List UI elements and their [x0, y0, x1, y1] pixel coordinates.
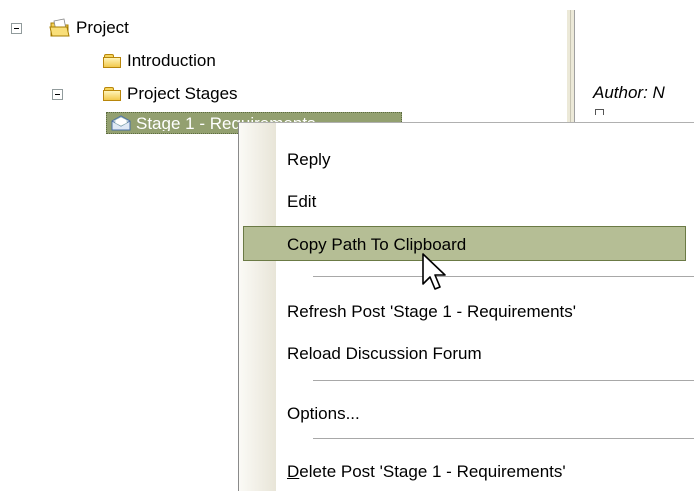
collapse-project-button[interactable]: [11, 23, 22, 34]
menu-item-label: Refresh Post 'Stage 1 - Requirements': [287, 302, 577, 321]
menu-separator: [313, 438, 694, 439]
menu-item-edit[interactable]: Edit: [239, 181, 694, 221]
tree-item-project[interactable]: Project: [76, 18, 129, 38]
detail-box: [595, 109, 604, 115]
menu-separator: [313, 276, 694, 277]
menu-item-label: Edit: [287, 192, 317, 211]
project-folder-icon: [49, 18, 70, 37]
context-menu: Reply Edit Copy Path To Clipboard Refres…: [238, 122, 694, 491]
menu-item-copy-path[interactable]: Copy Path To Clipboard: [243, 226, 686, 261]
menu-item-label: Reload Discussion Forum: [287, 344, 482, 363]
folder-icon: [103, 86, 122, 102]
menu-item-label: Copy Path To Clipboard: [287, 235, 467, 254]
menu-item-label-rest: elete Post 'Stage 1 - Requirements': [299, 462, 566, 481]
tree-item-project-stages[interactable]: Project Stages: [127, 84, 238, 104]
collapse-project-stages-button[interactable]: [52, 89, 63, 100]
menu-item-label: Reply: [287, 150, 331, 169]
menu-item-delete-post[interactable]: Delete Post 'Stage 1 - Requirements': [239, 451, 694, 491]
menu-item-reply[interactable]: Reply: [239, 139, 694, 179]
mnemonic-letter: D: [287, 462, 300, 481]
author-label: Author: N: [593, 83, 665, 102]
menu-item-options[interactable]: Options...: [239, 393, 694, 433]
folder-icon: [103, 53, 122, 69]
menu-item-label: Options...: [287, 404, 360, 423]
menu-item-label: Delete Post 'Stage 1 - Requirements': [287, 462, 566, 482]
menu-separator: [313, 380, 694, 381]
menu-item-reload-forum[interactable]: Reload Discussion Forum: [239, 333, 694, 373]
open-envelope-icon: [111, 115, 131, 131]
menu-item-refresh-post[interactable]: Refresh Post 'Stage 1 - Requirements': [239, 291, 694, 331]
tree-item-introduction[interactable]: Introduction: [127, 51, 216, 71]
